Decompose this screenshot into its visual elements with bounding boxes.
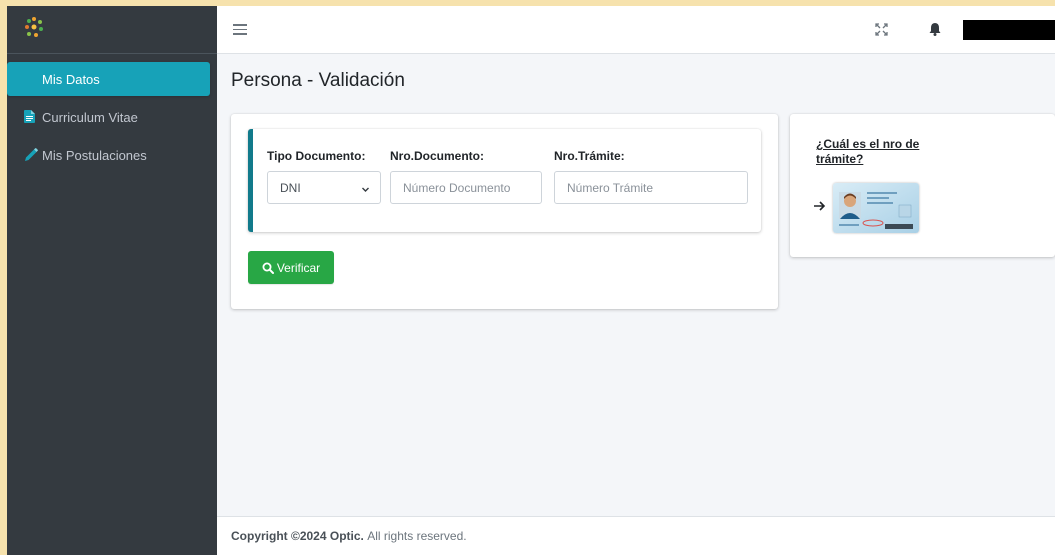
nro-tramite-placeholder: Número Trámite [567, 180, 654, 195]
chevron-down-icon [361, 183, 370, 197]
sidebar-item-mis-datos[interactable]: Mis Datos [7, 62, 210, 96]
footer: Copyright ©2024 Optic. All rights reserv… [217, 516, 1055, 555]
sidebar: Mis Datos Curriculum Vitae Mis Postulaci… [7, 6, 217, 555]
page-title: Persona - Validación [231, 70, 405, 91]
search-icon [262, 262, 274, 274]
verificar-label: Verificar [276, 260, 321, 275]
nro-tramite-input[interactable]: Número Trámite [554, 171, 748, 204]
topbar [217, 6, 1055, 54]
pencil-icon [24, 148, 38, 162]
document-icon [24, 110, 38, 124]
expand-icon[interactable] [875, 23, 888, 41]
sidebar-item-label: Mis Datos [42, 71, 100, 87]
copyright-text: Copyright ©2024 Optic. [231, 529, 364, 543]
tipo-documento-select[interactable]: DNI [267, 171, 381, 204]
sparkle-logo-icon[interactable] [24, 16, 44, 43]
nro-tramite-label: Nro.Trámite: [554, 149, 625, 163]
brand[interactable] [7, 6, 217, 54]
validation-card: Tipo Documento: DNI Nro.Documento: Númer… [231, 114, 778, 309]
nro-documento-placeholder: Número Documento [403, 180, 511, 195]
sidebar-item-label: Mis Postulaciones [42, 147, 147, 163]
help-card: ¿Cuál es el nro de trámite? [790, 114, 1055, 257]
dni-card-image [833, 183, 919, 233]
sidebar-item-label: Curriculum Vitae [42, 109, 138, 125]
sidebar-item-curriculum-vitae[interactable]: Curriculum Vitae [7, 100, 210, 134]
tipo-documento-value: DNI [280, 180, 301, 195]
verificar-button[interactable]: Verificar [248, 251, 334, 284]
nro-documento-label: Nro.Documento: [390, 149, 484, 163]
hamburger-icon[interactable] [233, 21, 247, 37]
sidebar-item-mis-postulaciones[interactable]: Mis Postulaciones [7, 138, 210, 172]
user-menu[interactable] [963, 20, 1055, 40]
arrow-right-icon [814, 198, 826, 216]
app-frame: Mis Datos Curriculum Vitae Mis Postulaci… [7, 6, 1055, 555]
tipo-documento-label: Tipo Documento: [267, 149, 366, 163]
nro-documento-input[interactable]: Número Documento [390, 171, 542, 204]
sidebar-nav: Mis Datos Curriculum Vitae Mis Postulaci… [7, 54, 217, 172]
document-form-callout: Tipo Documento: DNI Nro.Documento: Númer… [248, 129, 761, 232]
rights-text: All rights reserved. [367, 529, 467, 543]
bell-icon[interactable] [929, 22, 941, 41]
tramite-help-link[interactable]: ¿Cuál es el nro de trámite? [816, 137, 936, 167]
